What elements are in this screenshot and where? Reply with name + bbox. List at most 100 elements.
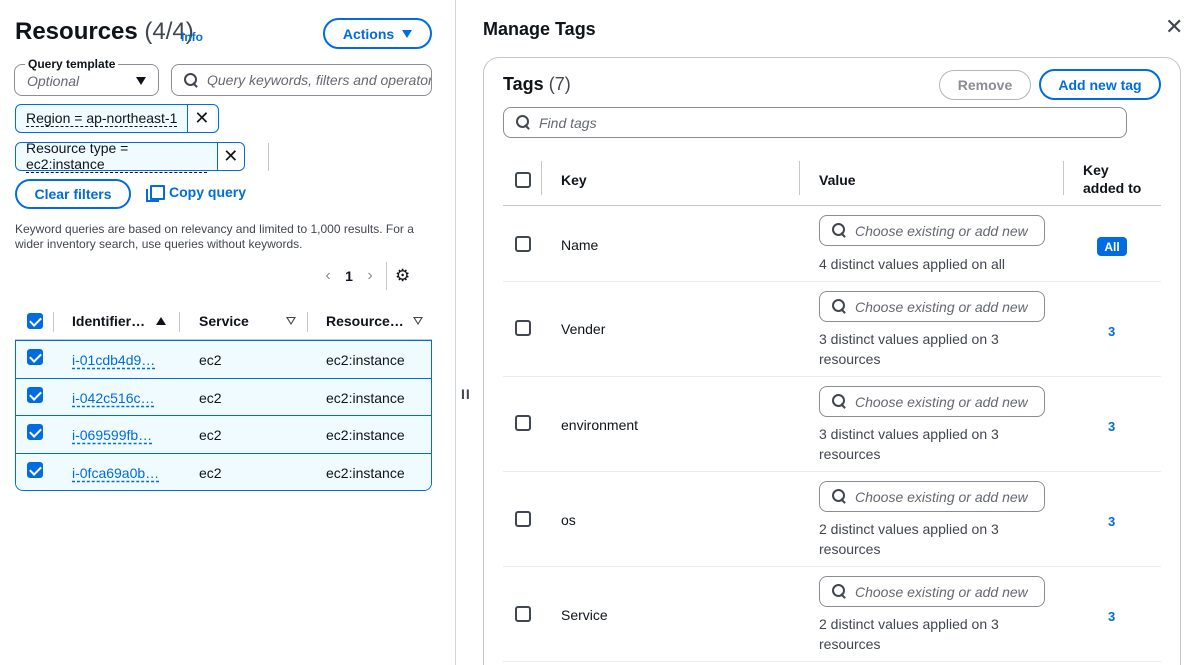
column-header-key-added-to: added to bbox=[1083, 180, 1142, 196]
caret-down-icon bbox=[402, 29, 413, 38]
tag-value-note: 4 distinct values applied on all bbox=[819, 256, 1006, 272]
add-new-tag-button[interactable]: Add new tag bbox=[1039, 69, 1161, 100]
tag-checkbox[interactable] bbox=[515, 415, 531, 431]
tag-value-input[interactable]: Choose existing or add new bbox=[819, 215, 1045, 246]
clear-filters-button[interactable]: Clear filters bbox=[15, 179, 131, 209]
column-header-service[interactable]: Service bbox=[199, 313, 249, 329]
tag-checkbox[interactable] bbox=[515, 511, 531, 527]
keyword-note: Keyword queries are based on relevancy a… bbox=[15, 222, 414, 251]
column-header-identifier[interactable]: Identifier… bbox=[72, 313, 145, 329]
find-tags-input[interactable]: Find tags bbox=[503, 107, 1127, 138]
tag-key: os bbox=[561, 512, 576, 528]
tag-value-input[interactable]: Choose existing or add new bbox=[819, 386, 1045, 417]
column-header-value: Value bbox=[819, 172, 856, 188]
tag-value-input[interactable]: Choose existing or add new bbox=[819, 576, 1045, 607]
column-divider bbox=[799, 161, 800, 195]
tag-row-service: Service Choose existing or add new 2 dis… bbox=[503, 567, 1161, 662]
remove-button[interactable]: Remove bbox=[939, 70, 1031, 100]
select-all-tags-checkbox[interactable] bbox=[515, 172, 531, 188]
tag-checkbox[interactable] bbox=[515, 236, 531, 252]
column-divider bbox=[541, 161, 542, 195]
resources-table: Identifier… Service Resource… i-01cdb4d9… bbox=[15, 303, 432, 491]
caret-down-icon bbox=[136, 77, 146, 85]
column-header-key-added-to: Key bbox=[1083, 162, 1109, 178]
split-divider[interactable] bbox=[455, 0, 456, 665]
resource-type-cell: ec2:instance bbox=[326, 427, 405, 443]
divider bbox=[386, 262, 387, 290]
tag-row-name: Name Choose existing or add new 4 distin… bbox=[503, 206, 1161, 282]
key-added-to-count: 3 bbox=[1108, 324, 1116, 339]
page-number[interactable]: 1 bbox=[338, 268, 360, 284]
tag-value-input[interactable]: Choose existing or add new bbox=[819, 291, 1045, 322]
tag-value-placeholder: Choose existing or add new bbox=[855, 393, 1028, 410]
query-template-label: Query template bbox=[25, 57, 119, 71]
tag-checkbox[interactable] bbox=[515, 606, 531, 622]
search-icon bbox=[832, 223, 847, 238]
chevron-left-icon[interactable]: ‹ bbox=[318, 267, 338, 285]
tag-value-note: 2 distinct values applied on 3 resources bbox=[819, 616, 999, 652]
divider bbox=[268, 143, 269, 171]
drag-handle-icon[interactable]: II bbox=[461, 386, 471, 402]
filter-token-resource-type[interactable]: Resource type = ec2:instance ✕ bbox=[15, 140, 245, 173]
identifier-link[interactable]: i-0fca69a0b… bbox=[72, 465, 159, 481]
select-all-checkbox[interactable] bbox=[27, 313, 43, 329]
table-row[interactable]: i-0fca69a0b… ec2 ec2:instance bbox=[16, 452, 431, 490]
search-icon bbox=[832, 489, 847, 504]
info-link[interactable]: Info bbox=[181, 30, 203, 44]
column-divider bbox=[307, 312, 308, 332]
remove-token-icon[interactable]: ✕ bbox=[216, 143, 244, 170]
table-body: i-01cdb4d9… ec2 ec2:instance i-042c516c…… bbox=[15, 340, 432, 491]
tag-row-os: os Choose existing or add new 2 distinct… bbox=[503, 472, 1161, 567]
query-search-placeholder: Query keywords, filters and operators bbox=[207, 72, 431, 88]
column-header-resource-type[interactable]: Resource… bbox=[326, 313, 404, 329]
sort-ascending-icon[interactable] bbox=[156, 317, 166, 325]
tag-key: Vender bbox=[561, 321, 606, 337]
tag-value-placeholder: Choose existing or add new bbox=[855, 298, 1028, 315]
tags-title-text: Tags bbox=[503, 74, 544, 94]
gear-icon[interactable]: ⚙ bbox=[395, 266, 410, 286]
identifier-link[interactable]: i-069599fb… bbox=[72, 427, 152, 443]
query-search-input[interactable]: Query keywords, filters and operators bbox=[171, 64, 432, 96]
query-template-select[interactable]: Query template Optional bbox=[14, 57, 159, 96]
copy-icon bbox=[146, 184, 165, 202]
identifier-link[interactable]: i-01cdb4d9… bbox=[72, 352, 155, 368]
row-checkbox[interactable] bbox=[27, 461, 43, 478]
tag-checkbox[interactable] bbox=[515, 320, 531, 336]
tag-value-placeholder: Choose existing or add new bbox=[855, 222, 1028, 239]
tag-key: environment bbox=[561, 417, 639, 433]
key-added-to-count: 3 bbox=[1108, 514, 1116, 529]
all-badge: All bbox=[1097, 237, 1127, 256]
column-header-key: Key bbox=[561, 172, 587, 188]
column-divider bbox=[53, 312, 54, 332]
sort-icon[interactable] bbox=[413, 317, 423, 325]
row-checkbox[interactable] bbox=[27, 424, 43, 440]
actions-button[interactable]: Actions bbox=[323, 18, 432, 49]
copy-query-button[interactable]: Copy query bbox=[146, 184, 247, 202]
close-icon[interactable]: ✕ bbox=[1165, 14, 1183, 40]
column-divider bbox=[179, 312, 180, 332]
filter-token-label[interactable]: Resource type = ec2:instance bbox=[16, 140, 217, 173]
identifier-link[interactable]: i-042c516c… bbox=[72, 390, 155, 406]
tag-value-input[interactable]: Choose existing or add new bbox=[819, 481, 1045, 512]
filter-token-label[interactable]: Region = ap-northeast-1 bbox=[16, 105, 187, 132]
tag-value-placeholder: Choose existing or add new bbox=[855, 583, 1028, 600]
chevron-right-icon[interactable]: › bbox=[360, 267, 380, 285]
table-row[interactable]: i-069599fb… ec2 ec2:instance bbox=[16, 415, 431, 453]
filter-token-region[interactable]: Region = ap-northeast-1 ✕ bbox=[15, 104, 219, 133]
table-row[interactable]: i-01cdb4d9… ec2 ec2:instance bbox=[16, 340, 431, 378]
tag-value-note: 2 distinct values applied on 3 resources bbox=[819, 521, 999, 557]
tags-count: (7) bbox=[548, 74, 571, 94]
tag-value-placeholder: Choose existing or add new bbox=[855, 488, 1028, 505]
row-checkbox[interactable] bbox=[27, 386, 43, 403]
table-row[interactable]: i-042c516c… ec2 ec2:instance bbox=[16, 377, 431, 415]
tag-row-environment: environment Choose existing or add new 3… bbox=[503, 377, 1161, 472]
copy-query-label: Copy query bbox=[169, 184, 247, 200]
resources-panel: Resources (4/4) Info Actions Query templ… bbox=[0, 0, 455, 665]
row-checkbox[interactable] bbox=[27, 349, 43, 365]
remove-token-icon[interactable]: ✕ bbox=[187, 105, 216, 132]
search-icon bbox=[184, 72, 199, 88]
tag-key: Service bbox=[561, 607, 608, 623]
tags-header: Tags (7) bbox=[503, 74, 571, 95]
tag-value-note: 3 distinct values applied on 3 resources bbox=[819, 331, 999, 367]
sort-icon[interactable] bbox=[286, 317, 296, 325]
